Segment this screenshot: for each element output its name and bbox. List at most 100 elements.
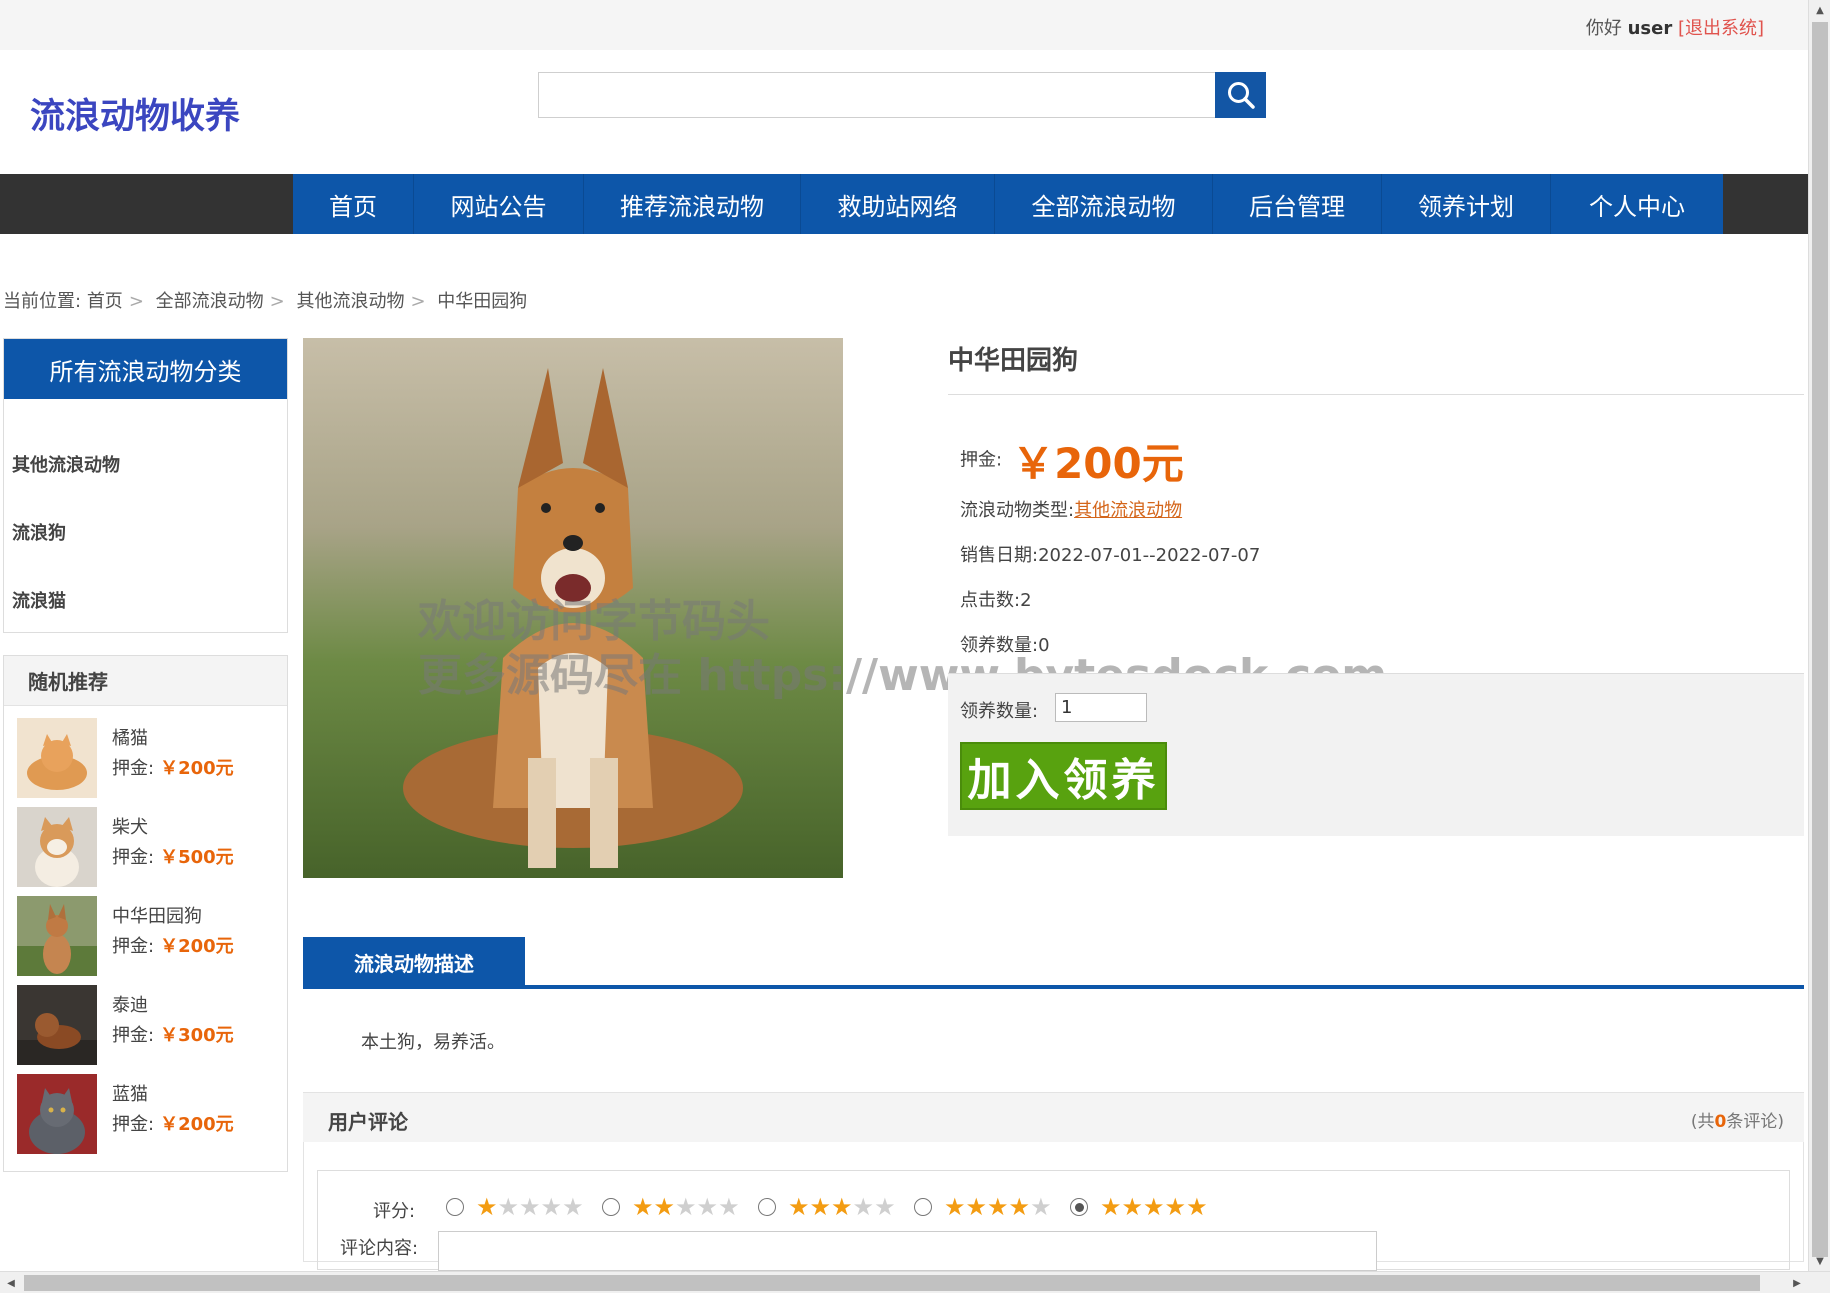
category-panel: 所有流浪动物分类 其他流浪动物 流浪狗 流浪猫 bbox=[3, 338, 288, 633]
title-divider bbox=[948, 394, 1804, 395]
vertical-scrollbar[interactable]: ▲ ▼ bbox=[1808, 0, 1830, 1271]
recommend-item-price: ￥500元 bbox=[160, 847, 234, 868]
scroll-down-icon[interactable]: ▼ bbox=[1809, 1251, 1830, 1271]
chinese-rural-dog-image[interactable] bbox=[17, 896, 97, 976]
breadcrumb: 当前位置: 首页 > 全部流浪动物 > 其他流浪动物 > 中华田园狗 bbox=[3, 291, 528, 312]
recommend-item-name[interactable]: 蓝猫 bbox=[112, 1080, 148, 1106]
username: user bbox=[1627, 18, 1673, 39]
recommend-item-price-row: 押金: ￥200元 bbox=[112, 936, 234, 957]
recommend-item-price-row: 押金: ￥200元 bbox=[112, 758, 234, 779]
scroll-up-icon[interactable]: ▲ bbox=[1809, 0, 1830, 20]
stars-icon: ★★★★★ bbox=[944, 1193, 1052, 1221]
rating-option-5[interactable]: ★★★★★ bbox=[1070, 1195, 1208, 1219]
search-icon bbox=[1227, 82, 1255, 109]
teddy-image[interactable] bbox=[17, 985, 97, 1065]
clicks-row: 点击数:2 bbox=[960, 586, 1032, 612]
category-dogs[interactable]: 流浪狗 bbox=[12, 519, 66, 545]
recommend-item-price-row: 押金: ￥300元 bbox=[112, 1025, 234, 1046]
rating-option-2[interactable]: ★★★★★ bbox=[602, 1195, 740, 1219]
stars-icon: ★★★★★ bbox=[632, 1193, 740, 1221]
rating-radio[interactable] bbox=[758, 1198, 776, 1216]
breadcrumb-home[interactable]: 首页 bbox=[87, 291, 123, 312]
recommend-item-name[interactable]: 橘猫 bbox=[112, 724, 148, 750]
breadcrumb-category[interactable]: 其他流浪动物 bbox=[296, 291, 404, 312]
shiba-image[interactable] bbox=[17, 807, 97, 887]
nav-recommended[interactable]: 推荐流浪动物 bbox=[584, 174, 801, 234]
recommend-item[interactable]: 橘猫 押金: ￥200元 bbox=[17, 718, 282, 798]
stars-icon: ★★★★★ bbox=[476, 1193, 584, 1221]
clicks-value: 2 bbox=[1020, 590, 1032, 611]
category-cats[interactable]: 流浪猫 bbox=[12, 587, 66, 613]
stars-icon: ★★★★★ bbox=[788, 1193, 896, 1221]
rating-radio[interactable] bbox=[446, 1198, 464, 1216]
vertical-scroll-thumb[interactable] bbox=[1812, 22, 1828, 1257]
recommend-item[interactable]: 中华田园狗 押金: ￥200元 bbox=[17, 896, 282, 976]
product-title: 中华田园狗 bbox=[948, 346, 1079, 376]
main-nav: 首页 网站公告 推荐流浪动物 救助站网络 全部流浪动物 后台管理 领养计划 个人… bbox=[0, 174, 1808, 234]
comments-count: (共0条评论) bbox=[1690, 1112, 1784, 1132]
description-text: 本土狗，易养活。 bbox=[361, 1032, 505, 1053]
type-row: 流浪动物类型:其他流浪动物 bbox=[960, 496, 1182, 522]
logout-link[interactable]: [退出系统] bbox=[1678, 18, 1764, 39]
rating-radio-selected[interactable] bbox=[1070, 1198, 1088, 1216]
recommend-panel: 随机推荐 橘猫 押金: ￥200元 柴犬 押金: ￥500元 中华田园狗 押金:… bbox=[3, 655, 288, 1172]
top-bar: 你好 user [退出系统] bbox=[0, 0, 1808, 50]
breadcrumb-current: 中华田园狗 bbox=[437, 291, 528, 312]
adopt-count-label: 领养数量: bbox=[960, 635, 1039, 656]
qty-input[interactable]: 1 bbox=[1055, 693, 1147, 722]
blue-cat-image[interactable] bbox=[17, 1074, 97, 1154]
recommend-item-name[interactable]: 柴犬 bbox=[112, 813, 148, 839]
recommend-item[interactable]: 柴犬 押金: ￥500元 bbox=[17, 807, 282, 887]
tab-description[interactable]: 流浪动物描述 bbox=[303, 937, 525, 987]
category-other[interactable]: 其他流浪动物 bbox=[12, 451, 120, 477]
nav-announcements[interactable]: 网站公告 bbox=[414, 174, 584, 234]
type-link[interactable]: 其他流浪动物 bbox=[1074, 500, 1182, 521]
scroll-right-icon[interactable]: ▶ bbox=[1786, 1272, 1808, 1294]
scroll-left-icon[interactable]: ◀ bbox=[0, 1272, 22, 1294]
recommend-item-name[interactable]: 泰迪 bbox=[112, 991, 148, 1017]
type-label: 流浪动物类型: bbox=[960, 500, 1075, 521]
deposit-row: 押金: ￥200元 bbox=[960, 430, 1184, 491]
recommend-item-name[interactable]: 中华田园狗 bbox=[112, 902, 202, 928]
date-row: 销售日期:2022-07-01--2022-07-07 bbox=[960, 541, 1260, 567]
rating-option-4[interactable]: ★★★★★ bbox=[914, 1195, 1052, 1219]
add-adoption-button[interactable]: 加入领养 bbox=[960, 742, 1167, 810]
comment-content-input[interactable] bbox=[438, 1231, 1377, 1271]
date-label: 销售日期: bbox=[960, 545, 1039, 566]
stars-icon: ★★★★★ bbox=[1100, 1193, 1208, 1221]
recommend-item-price: ￥300元 bbox=[160, 1025, 234, 1046]
rating-radio[interactable] bbox=[602, 1198, 620, 1216]
rating-option-3[interactable]: ★★★★★ bbox=[758, 1195, 896, 1219]
nav-personal-center[interactable]: 个人中心 bbox=[1551, 174, 1723, 234]
recommend-item[interactable]: 泰迪 押金: ￥300元 bbox=[17, 985, 282, 1065]
site-logo[interactable]: 流浪动物收养 bbox=[30, 88, 240, 139]
adopt-box: 领养数量: 1 加入领养 bbox=[948, 673, 1804, 836]
breadcrumb-all-animals[interactable]: 全部流浪动物 bbox=[156, 291, 264, 312]
rating-option-1[interactable]: ★★★★★ bbox=[446, 1195, 584, 1219]
orange-cat-image[interactable] bbox=[17, 718, 97, 798]
nav-rescue-network[interactable]: 救助站网络 bbox=[801, 174, 995, 234]
comments-header: 用户评论 (共0条评论) bbox=[303, 1092, 1804, 1142]
recommend-item-price: ￥200元 bbox=[160, 1114, 234, 1135]
recommend-item[interactable]: 蓝猫 押金: ￥200元 bbox=[17, 1074, 282, 1154]
recommend-item-price: ￥200元 bbox=[160, 758, 234, 779]
nav-home[interactable]: 首页 bbox=[293, 174, 414, 234]
qty-label: 领养数量: bbox=[960, 701, 1039, 722]
comments-title: 用户评论 bbox=[328, 1110, 408, 1134]
horizontal-scroll-thumb[interactable] bbox=[24, 1275, 1760, 1291]
rating-radio[interactable] bbox=[914, 1198, 932, 1216]
nav-all-animals[interactable]: 全部流浪动物 bbox=[995, 174, 1213, 234]
adopt-count-value: 0 bbox=[1038, 635, 1050, 656]
user-greeting: 你好 user [退出系统] bbox=[1586, 14, 1764, 40]
tab-underline bbox=[303, 985, 1804, 989]
search-button[interactable] bbox=[1215, 72, 1266, 118]
deposit-value: ￥200元 bbox=[1012, 439, 1184, 488]
horizontal-scrollbar[interactable]: ◀ ▶ bbox=[0, 1271, 1830, 1293]
breadcrumb-prefix: 当前位置: bbox=[3, 291, 82, 312]
greeting-text: 你好 bbox=[1585, 18, 1622, 39]
nav-adoption-plan[interactable]: 领养计划 bbox=[1382, 174, 1551, 234]
search-input[interactable] bbox=[538, 72, 1216, 118]
rating-label: 评分: bbox=[373, 1201, 416, 1222]
nav-admin[interactable]: 后台管理 bbox=[1213, 174, 1382, 234]
recommend-item-price: ￥200元 bbox=[160, 936, 234, 957]
